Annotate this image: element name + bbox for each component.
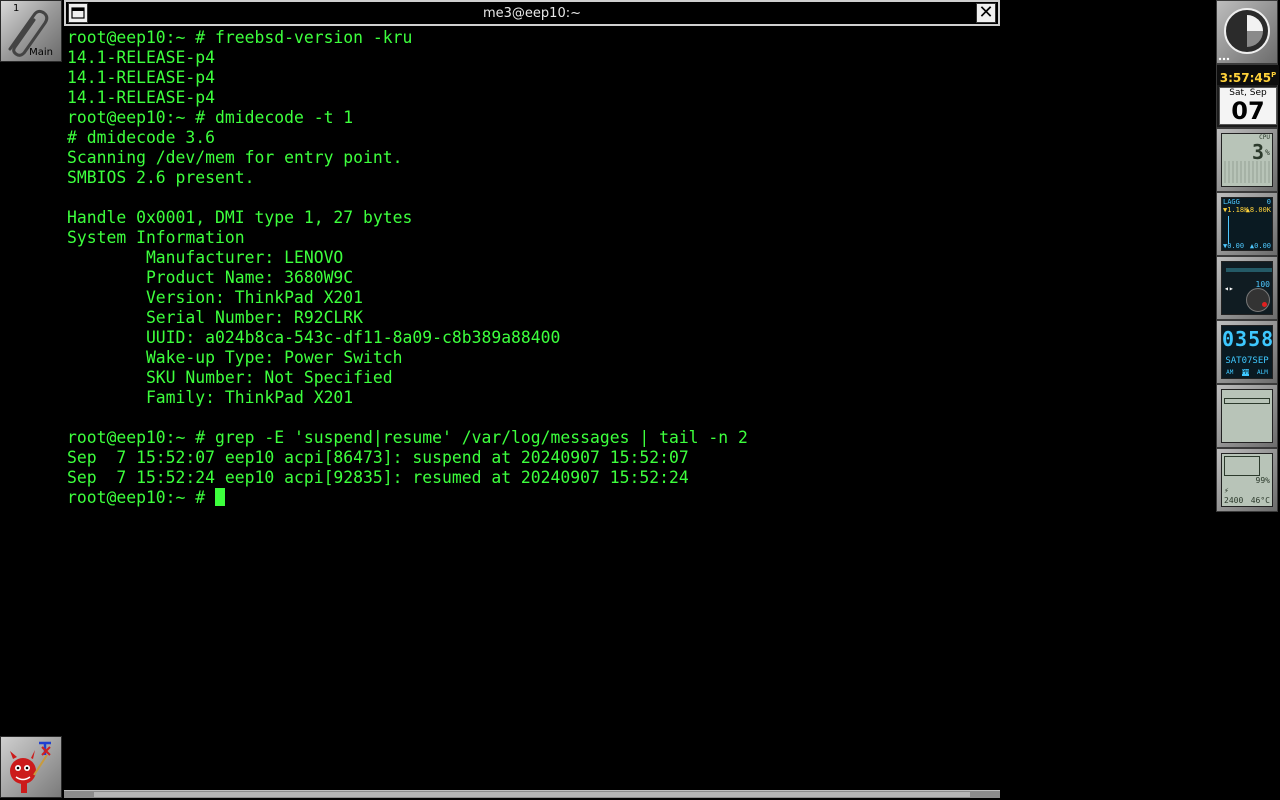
network-monitor-applet[interactable]: LAGG 0 ▼1.18K ▲8.00K ▼0.00 ▲0.00	[1216, 192, 1278, 256]
mixer-bar	[1226, 268, 1272, 272]
terminal-line: Product Name: 3680W9C	[67, 268, 354, 287]
terminal-line: root@eep10:~ # grep -E 'suspend|resume' …	[67, 428, 748, 447]
battery-time: 2400	[1224, 496, 1244, 505]
battery-plug-icon: ⚡	[1224, 486, 1229, 495]
mixer-applet[interactable]: 100 ◂▸	[1216, 256, 1278, 320]
dock-logo-icon	[1218, 8, 1270, 61]
lcd-clock-date: SAT07SEP	[1225, 356, 1269, 366]
lcd-clock-time: 0358	[1222, 327, 1273, 351]
lcd-clock-applet[interactable]: 0358 SAT07SEP AM PM ALM	[1216, 320, 1278, 384]
mixer-arrows-icon[interactable]: ◂▸	[1224, 284, 1234, 293]
network-interface-number: 0	[1266, 198, 1271, 206]
horizontal-scrollbar[interactable]	[64, 790, 1000, 798]
calendar: Sat, Sep 07	[1219, 87, 1277, 125]
network-rx-total: ▼0.00	[1223, 242, 1245, 250]
app-launcher-tile[interactable]	[0, 736, 62, 798]
terminal-line: Sep 7 15:52:24 eep10 acpi[92835]: resume…	[67, 468, 689, 487]
terminal-line: Manufacturer: LENOVO	[67, 248, 344, 267]
terminal-line: Scanning /dev/mem for entry point.	[67, 148, 403, 167]
terminal-line: # dmidecode 3.6	[67, 128, 216, 147]
terminal-line: Version: ThinkPad X201	[67, 288, 364, 307]
lcd-clock-flags: AM PM ALM	[1222, 369, 1272, 376]
volume-knob-dot	[1262, 302, 1267, 307]
desktop: 1 Main me3@eep10:~ ✕ root@eep10:~ # free…	[0, 0, 1280, 800]
window-titlebar[interactable]: me3@eep10:~ ✕	[64, 0, 1000, 26]
scrollbar-thumb[interactable]	[94, 792, 970, 797]
blank-applet[interactable]	[1216, 384, 1278, 448]
lcd-clock: 0358 SAT07SEP AM PM ALM	[1221, 325, 1273, 379]
terminal-line: root@eep10:~ # dmidecode -t 1	[67, 108, 354, 127]
terminal-line: Handle 0x0001, DMI type 1, 27 bytes	[67, 208, 413, 227]
network-rx: ▼1.18K	[1223, 206, 1249, 214]
battery-percent: 99%	[1255, 476, 1270, 485]
terminal-prompt-line[interactable]: root@eep10:~ #	[67, 488, 997, 508]
lcd-flag-am: AM	[1226, 369, 1234, 376]
daemon-mascot-icon	[10, 741, 51, 793]
cpu-lcd: CPU 3 %	[1221, 133, 1273, 187]
battery-temp: 46°C	[1250, 496, 1270, 505]
terminal-line: SMBIOS 2.6 present.	[67, 168, 255, 187]
terminal-window[interactable]: me3@eep10:~ ✕ root@eep10:~ # freebsd-ver…	[64, 0, 1000, 800]
clock-time-text: 3:57:45	[1219, 71, 1272, 85]
blank-lcd	[1221, 389, 1273, 443]
volume-knob[interactable]	[1246, 288, 1270, 312]
close-button[interactable]: ✕	[976, 3, 996, 23]
window-title: me3@eep10:~	[483, 6, 581, 21]
network-interface: LAGG	[1223, 198, 1240, 206]
close-icon: ✕	[978, 2, 994, 23]
terminal-line: 14.1-RELEASE-p4	[67, 48, 216, 67]
clock-ampm: P	[1271, 71, 1277, 79]
terminal-prompt: root@eep10:~ #	[67, 488, 216, 507]
workspace-name: Main	[29, 47, 53, 58]
blank-lcd-bar	[1224, 398, 1270, 404]
terminal-line: 14.1-RELEASE-p4	[67, 88, 216, 107]
terminal-line: root@eep10:~ # freebsd-version -kru	[67, 28, 413, 47]
terminal-line: 14.1-RELEASE-p4	[67, 68, 216, 87]
terminal-line: System Information	[67, 228, 245, 247]
dock: 3:57:45P Sat, Sep 07 CPU 3 % LAGG 0 ▼1.1…	[1216, 0, 1280, 512]
terminal-line: Family: ThinkPad X201	[67, 388, 354, 407]
cpu-graph	[1224, 161, 1270, 183]
mixer-lcd: 100 ◂▸	[1221, 261, 1273, 315]
dock-main-launcher[interactable]	[1216, 0, 1278, 64]
battery-lcd: 99% ⚡ 2400 46°C	[1221, 453, 1273, 507]
terminal-line: SKU Number: Not Specified	[67, 368, 393, 387]
battery-display	[1224, 456, 1260, 476]
battery-applet[interactable]: 99% ⚡ 2400 46°C	[1216, 448, 1278, 512]
cpu-monitor-applet[interactable]: CPU 3 %	[1216, 128, 1278, 192]
calendar-day: 07	[1231, 97, 1265, 125]
terminal-cursor	[215, 488, 226, 506]
network-tx: ▲8.00K	[1245, 206, 1271, 214]
terminal-line: Serial Number: R92CLRK	[67, 308, 364, 327]
cpu-unit: %	[1265, 148, 1270, 157]
terminal-line: Wake-up Type: Power Switch	[67, 348, 403, 367]
workspace-switcher[interactable]: 1 Main	[0, 0, 62, 62]
network-lcd: LAGG 0 ▼1.18K ▲8.00K ▼0.00 ▲0.00	[1221, 197, 1273, 251]
terminal-line: Sep 7 15:52:07 eep10 acpi[86473]: suspen…	[67, 448, 689, 467]
clock-time: 3:57:45P	[1217, 65, 1279, 85]
terminal-line: UUID: a024b8ca-543c-df11-8a09-c8b389a884…	[67, 328, 561, 347]
lcd-flag-alm: ALM	[1257, 369, 1268, 376]
network-tx-total: ▲0.00	[1249, 242, 1271, 250]
terminal-output[interactable]: root@eep10:~ # freebsd-version -kru 14.1-…	[67, 28, 997, 788]
lcd-flag-pm: PM	[1241, 369, 1249, 376]
network-graph-line	[1228, 216, 1229, 244]
clock-applet[interactable]: 3:57:45P Sat, Sep 07	[1216, 64, 1279, 128]
